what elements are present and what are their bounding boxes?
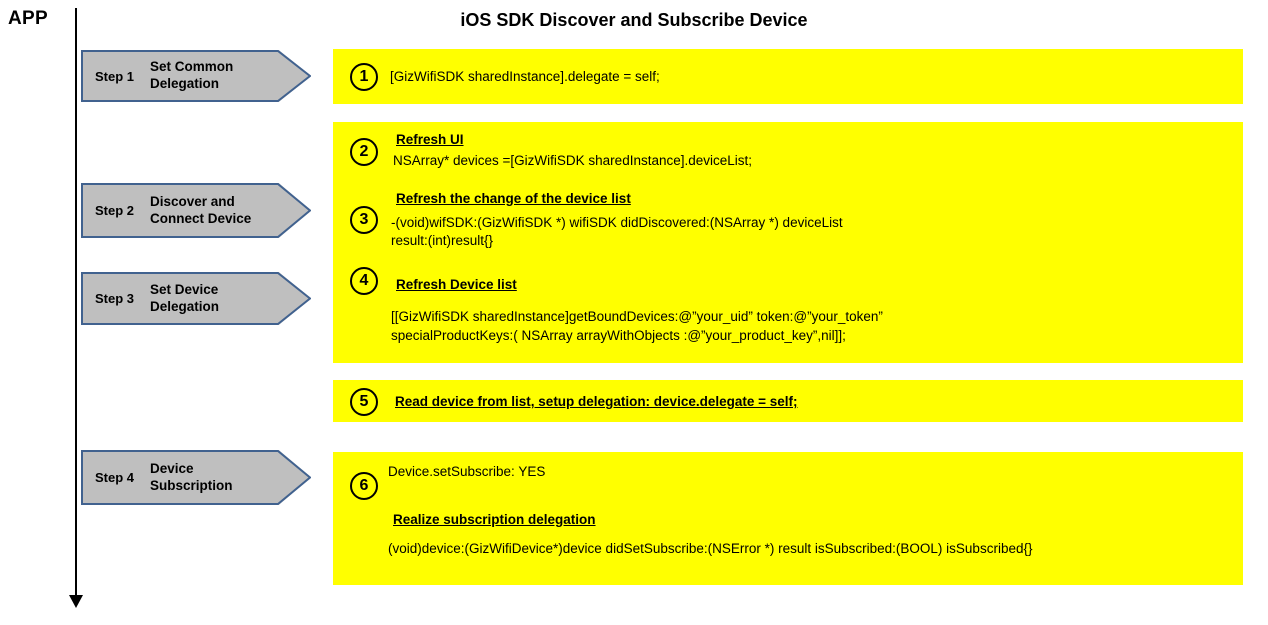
- code-line: (void)device:(GizWifiDevice*)device didS…: [388, 541, 1033, 556]
- code-heading: Refresh Device list: [396, 277, 517, 292]
- code-line: Device.setSubscribe: YES: [388, 464, 546, 479]
- code-panel-1: 1 [GizWifiSDK sharedInstance].delegate =…: [333, 49, 1243, 104]
- step-badge-2: 2: [350, 138, 378, 166]
- code-panel-2: 2 3 4 Refresh UI NSArray* devices =[GizW…: [333, 122, 1243, 363]
- step-chevron-3[interactable]: Step 3 Set Device Delegation: [81, 272, 311, 325]
- step-name-4: Device Subscription: [150, 460, 233, 493]
- step-number-2: Step 2: [95, 203, 135, 218]
- step-badge-6: 6: [350, 472, 378, 500]
- step-name-2: Discover and Connect Device: [150, 193, 252, 226]
- code-line: [[GizWifiSDK sharedInstance]getBoundDevi…: [391, 309, 883, 324]
- code-heading: Realize subscription delegation: [393, 512, 596, 527]
- step-number-1: Step 1: [95, 68, 135, 84]
- step-number-3: Step 3: [95, 291, 135, 306]
- code-heading: Read device from list, setup delegation:…: [395, 394, 798, 409]
- lifeline-arrow-icon: [69, 595, 83, 608]
- code-panel-3: 5 Read device from list, setup delegatio…: [333, 380, 1243, 422]
- code-heading: Refresh UI: [396, 132, 464, 147]
- step-chevron-4[interactable]: Step 4 Device Subscription: [81, 450, 311, 505]
- step-chevron-2[interactable]: Step 2 Discover and Connect Device: [81, 183, 311, 238]
- lifeline: [75, 8, 77, 598]
- step-name-1: Set Common Delegation: [150, 59, 234, 91]
- code-line: specialProductKeys:( NSArray arrayWithOb…: [391, 328, 846, 343]
- code-heading: Refresh the change of the device list: [396, 191, 631, 206]
- code-line: result:(int)result{}: [391, 233, 494, 248]
- step-number-4: Step 4: [95, 470, 135, 485]
- code-line: -(void)wifSDK:(GizWifiSDK *) wifiSDK did…: [391, 215, 843, 230]
- code-line: NSArray* devices =[GizWifiSDK sharedInst…: [393, 153, 753, 168]
- step-badge-3: 3: [350, 206, 378, 234]
- page-title: iOS SDK Discover and Subscribe Device: [460, 10, 808, 30]
- step-chevron-1[interactable]: Step 1 Set Common Delegation: [81, 50, 311, 102]
- step-badge-4: 4: [350, 267, 378, 295]
- code-line: [GizWifiSDK sharedInstance].delegate = s…: [390, 69, 660, 84]
- step-name-3: Set Device Delegation: [150, 281, 220, 314]
- code-panel-4: 6 Device.setSubscribe: YES Realize subsc…: [333, 452, 1243, 585]
- step-badge-1: 1: [350, 63, 378, 91]
- step-badge-5: 5: [350, 388, 378, 416]
